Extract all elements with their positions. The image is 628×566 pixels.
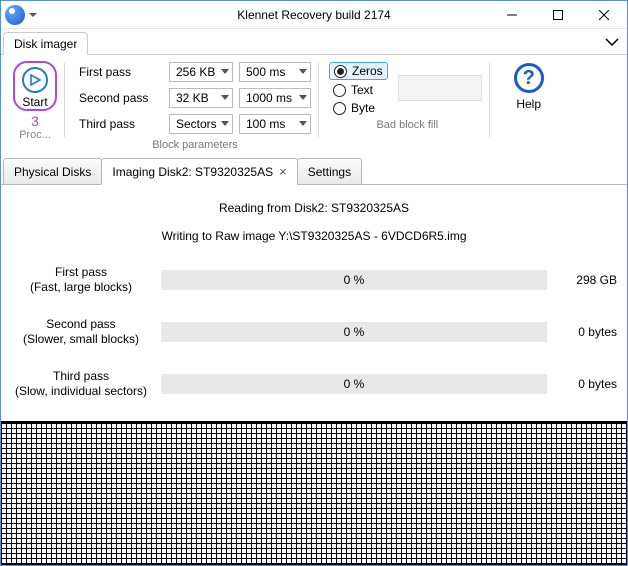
- chevron-down-icon: [299, 121, 307, 126]
- tab-label: Disk imager: [14, 37, 77, 51]
- pass-row-third: Third pass (Slow, individual sectors) 0 …: [11, 369, 617, 399]
- app-icon[interactable]: [5, 5, 25, 25]
- chevron-down-icon: [221, 69, 229, 74]
- ribbon-collapse-icon[interactable]: [605, 35, 619, 51]
- param-label: First pass: [79, 65, 163, 79]
- ribbon-tabstrip: Disk imager: [1, 29, 627, 55]
- first-pass-size-select[interactable]: 256 KB: [169, 62, 233, 82]
- start-button[interactable]: Start: [13, 61, 57, 111]
- chevron-down-icon: [221, 121, 229, 126]
- third-pass-delay-select[interactable]: 100 ms: [239, 114, 311, 134]
- radio-label: Zeros: [352, 64, 383, 78]
- fill-radio-byte[interactable]: Byte: [333, 101, 384, 115]
- sector-map[interactable]: [1, 421, 627, 565]
- minimize-button[interactable]: [489, 1, 535, 28]
- tab-label: Physical Disks: [14, 165, 91, 179]
- start-button-label: Start: [22, 95, 47, 109]
- first-pass-delay-select[interactable]: 500 ms: [239, 62, 311, 82]
- help-label: Help: [516, 97, 541, 111]
- pass-label: Third pass (Slow, individual sectors): [11, 369, 151, 399]
- title-bar: Klennet Recovery build 2174: [1, 1, 627, 29]
- first-pass-size: 298 GB: [557, 273, 617, 287]
- play-icon: [22, 67, 48, 93]
- pass-row-second: Second pass (Slower, small blocks) 0 % 0…: [11, 317, 617, 347]
- radio-label: Text: [351, 83, 373, 97]
- radio-icon: [334, 65, 347, 78]
- ribbon-group-bad-block-fill: Zeros Text Byte Bad block fill: [325, 59, 490, 153]
- app-menu-dropdown-icon[interactable]: [29, 13, 37, 17]
- ribbon: Start 3 Proc... First pass 256 KB 500 ms…: [1, 55, 627, 153]
- reading-status: Reading from Disk2: ST9320325AS: [11, 201, 617, 215]
- ribbon-group-block-parameters: First pass 256 KB 500 ms Second pass 32 …: [71, 59, 319, 153]
- tab-disk-imager[interactable]: Disk imager: [3, 32, 88, 55]
- document-tabs: Physical Disks Imaging Disk2: ST9320325A…: [1, 157, 627, 185]
- radio-icon: [333, 102, 346, 115]
- param-row-first-pass: First pass 256 KB 500 ms: [79, 61, 311, 83]
- help-icon[interactable]: ?: [514, 63, 544, 93]
- group-title: Bad block fill: [376, 119, 438, 131]
- tab-label: Settings: [308, 165, 351, 179]
- param-row-second-pass: Second pass 32 KB 1000 ms: [79, 87, 311, 109]
- tab-label: Imaging Disk2: ST9320325AS: [112, 165, 273, 179]
- second-pass-progress: 0 %: [161, 322, 547, 342]
- pass-label: First pass (Fast, large blocks): [11, 265, 151, 295]
- second-pass-size: 0 bytes: [557, 325, 617, 339]
- ribbon-group-help: ? Help: [496, 59, 562, 153]
- fill-radio-zeros[interactable]: Zeros: [329, 62, 388, 80]
- close-button[interactable]: [581, 1, 627, 28]
- content-area: Reading from Disk2: ST9320325AS Writing …: [1, 185, 627, 565]
- fill-value-field[interactable]: [398, 75, 482, 101]
- third-pass-progress: 0 %: [161, 374, 547, 394]
- param-label: Third pass: [79, 117, 163, 131]
- radio-icon: [333, 84, 346, 97]
- second-pass-delay-select[interactable]: 1000 ms: [239, 88, 311, 108]
- chevron-down-icon: [221, 95, 229, 100]
- fill-radio-text[interactable]: Text: [333, 83, 384, 97]
- pass-row-first: First pass (Fast, large blocks) 0 % 298 …: [11, 265, 617, 295]
- second-pass-size-select[interactable]: 32 KB: [169, 88, 233, 108]
- tab-physical-disks[interactable]: Physical Disks: [3, 158, 102, 185]
- writing-status: Writing to Raw image Y:\ST9320325AS - 6V…: [11, 229, 617, 243]
- radio-label: Byte: [351, 101, 375, 115]
- close-icon[interactable]: ×: [279, 164, 287, 179]
- param-row-third-pass: Third pass Sectors 100 ms: [79, 113, 311, 135]
- first-pass-progress: 0 %: [161, 270, 547, 290]
- chevron-down-icon: [299, 69, 307, 74]
- tab-imaging[interactable]: Imaging Disk2: ST9320325AS ×: [101, 158, 297, 185]
- tab-settings[interactable]: Settings: [297, 158, 362, 185]
- step-number: 3: [31, 113, 39, 129]
- maximize-button[interactable]: [535, 1, 581, 28]
- ribbon-group-start: Start 3 Proc...: [5, 59, 65, 153]
- third-pass-size: 0 bytes: [557, 377, 617, 391]
- third-pass-size-select[interactable]: Sectors: [169, 114, 233, 134]
- group-title: Block parameters: [152, 139, 238, 151]
- param-label: Second pass: [79, 91, 163, 105]
- step-caption: Proc...: [19, 129, 51, 141]
- pass-label: Second pass (Slower, small blocks): [11, 317, 151, 347]
- chevron-down-icon: [299, 95, 307, 100]
